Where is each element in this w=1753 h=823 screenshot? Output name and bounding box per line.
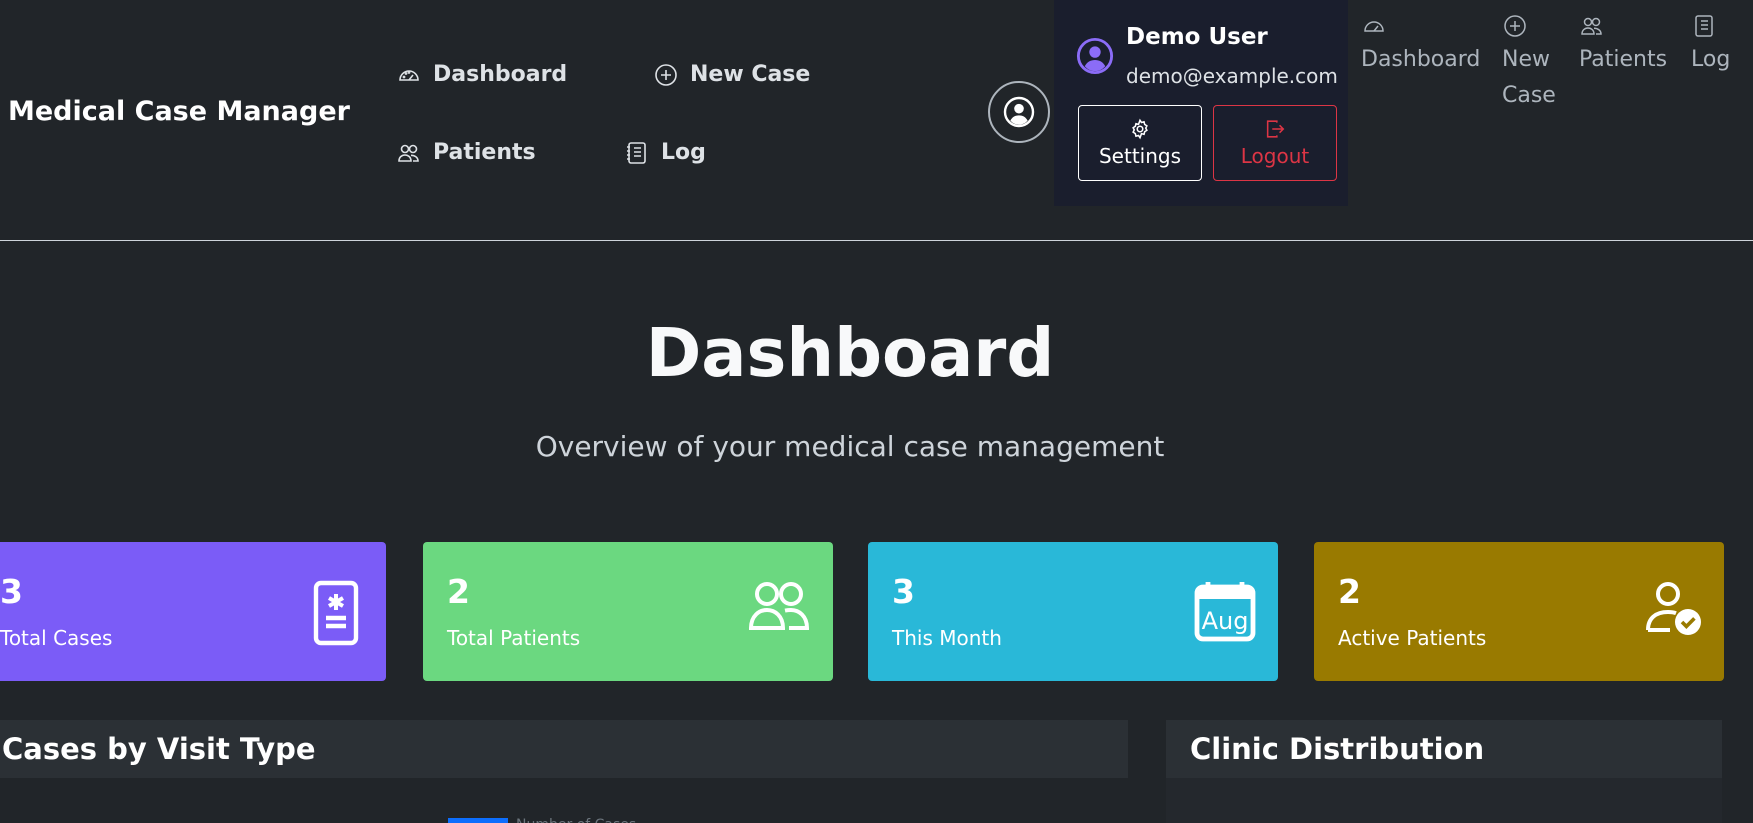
brand-title[interactable]: Medical Case Manager bbox=[8, 96, 350, 127]
stat-card-active-patients: 2 Active Patients bbox=[1314, 542, 1724, 681]
stat-label: Total Cases bbox=[0, 626, 113, 650]
stat-card-this-month: 3 This Month Aug bbox=[868, 542, 1278, 681]
top-navbar: Medical Case Manager Dashboard New Case … bbox=[0, 0, 1753, 241]
calendar-icon-text: Aug bbox=[1202, 607, 1249, 635]
stat-value: 3 bbox=[892, 572, 915, 611]
collapsed-nav-log[interactable]: Log bbox=[1691, 14, 1730, 78]
user-email: demo@example.com bbox=[1126, 64, 1338, 88]
legend-swatch bbox=[448, 818, 508, 823]
stat-value: 3 bbox=[0, 572, 23, 611]
stat-value: 2 bbox=[1338, 572, 1361, 611]
visit-type-card-header: Cases by Visit Type bbox=[0, 720, 1128, 778]
collapsed-nav-new-case-line2: Case bbox=[1502, 83, 1556, 108]
person-check-icon bbox=[1646, 582, 1701, 635]
legend-label: Number of Cases bbox=[516, 814, 636, 823]
journal-icon bbox=[1695, 15, 1713, 37]
user-dropdown: Demo User demo@example.com Settings Logo… bbox=[1054, 0, 1348, 206]
collapsed-nav-patients-label: Patients bbox=[1579, 47, 1668, 72]
collapsed-nav-dashboard[interactable]: Dashboard bbox=[1361, 14, 1480, 78]
plus-circle-icon bbox=[1504, 15, 1526, 37]
nav-log-label: Log bbox=[661, 140, 706, 165]
clinic-distribution-card-body bbox=[1166, 778, 1722, 823]
speedometer-icon bbox=[1364, 21, 1384, 32]
person-circle-icon bbox=[1003, 96, 1035, 128]
gear-icon bbox=[1132, 118, 1148, 140]
nav-log[interactable]: Log bbox=[625, 140, 706, 165]
user-name: Demo User bbox=[1126, 24, 1268, 50]
people-icon bbox=[398, 144, 419, 162]
visit-type-card-title: Cases by Visit Type bbox=[2, 732, 316, 766]
clinic-distribution-card-title: Clinic Distribution bbox=[1190, 732, 1485, 766]
nav-patients[interactable]: Patients bbox=[397, 140, 536, 165]
settings-label: Settings bbox=[1098, 144, 1182, 168]
collapsed-nav-new-case-line1: New bbox=[1502, 47, 1550, 72]
calendar-icon: Aug bbox=[1194, 582, 1256, 642]
collapsed-nav-new-case[interactable]: New Case bbox=[1502, 14, 1556, 114]
stat-label: This Month bbox=[892, 626, 1002, 650]
stat-card-total-cases: 3 Total Cases bbox=[0, 542, 386, 681]
stat-label: Total Patients bbox=[447, 626, 581, 650]
medical-card-icon bbox=[313, 580, 359, 646]
nav-dashboard-label: Dashboard bbox=[433, 62, 568, 87]
stat-label: Active Patients bbox=[1338, 626, 1487, 650]
nav-new-case[interactable]: New Case bbox=[654, 62, 810, 87]
settings-button[interactable]: Settings bbox=[1078, 105, 1202, 181]
page-title: Dashboard bbox=[645, 314, 1055, 392]
collapsed-nav-log-label: Log bbox=[1691, 47, 1731, 72]
people-icon bbox=[1581, 17, 1602, 35]
speedometer-icon bbox=[399, 69, 419, 81]
stat-card-total-patients: 2 Total Patients bbox=[423, 542, 833, 681]
journal-icon bbox=[627, 141, 646, 164]
logout-label: Logout bbox=[1240, 144, 1310, 168]
page-subtitle: Overview of your medical case management bbox=[535, 430, 1165, 463]
plus-circle-icon bbox=[655, 63, 677, 86]
stat-value: 2 bbox=[447, 572, 470, 611]
box-arrow-right-icon bbox=[1266, 120, 1285, 138]
nav-dashboard[interactable]: Dashboard bbox=[397, 62, 567, 87]
clinic-distribution-card-header: Clinic Distribution bbox=[1166, 720, 1722, 778]
logout-button[interactable]: Logout bbox=[1213, 105, 1337, 181]
user-avatar-icon bbox=[1076, 37, 1114, 75]
people-icon bbox=[748, 582, 810, 630]
nav-patients-label: Patients bbox=[433, 140, 536, 165]
collapsed-nav-patients[interactable]: Patients bbox=[1579, 14, 1667, 78]
nav-new-case-label: New Case bbox=[690, 62, 811, 87]
collapsed-nav-dashboard-label: Dashboard bbox=[1361, 47, 1481, 72]
user-menu-toggle[interactable] bbox=[988, 81, 1050, 143]
